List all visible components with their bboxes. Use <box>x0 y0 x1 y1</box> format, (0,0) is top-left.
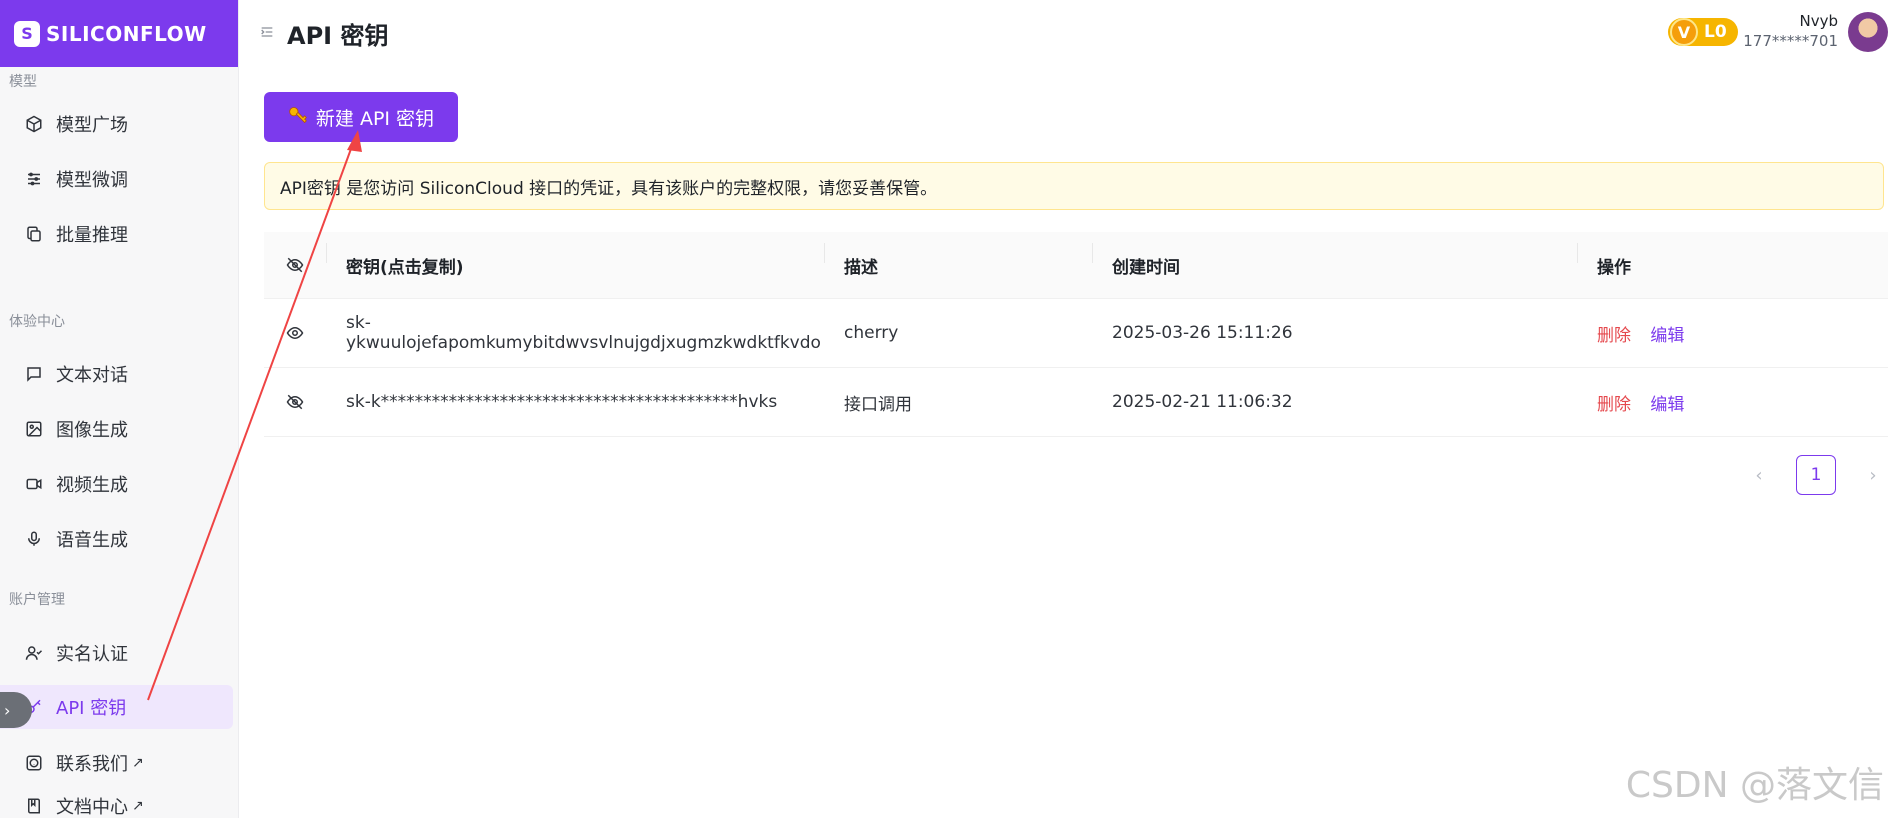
avatar[interactable] <box>1848 12 1888 52</box>
user-phone: 177*****701 <box>1743 32 1838 50</box>
sidebar-item-video-gen[interactable]: 视频生成 <box>0 462 233 506</box>
sidebar-item-model-square[interactable]: 模型广场 <box>0 102 233 146</box>
sidebar-item-label: 语音生成 <box>56 530 128 551</box>
sidebar-link-label: 文档中心 <box>56 797 128 818</box>
table-row: sk-ykwuulojefapomkumybitdwvsvlnujgdjxugm… <box>264 299 1888 368</box>
image-icon <box>24 419 44 439</box>
eye-off-icon[interactable] <box>264 393 326 411</box>
sidebar-link-docs[interactable]: 文档中心 ↗ <box>0 786 233 818</box>
external-link-icon: ↗ <box>132 755 144 771</box>
logo-icon: S <box>14 20 40 47</box>
sidebar-item-label: 视频生成 <box>56 475 128 496</box>
question-icon <box>24 753 44 773</box>
sidebar-link-label: 联系我们 <box>56 754 128 775</box>
pagination: ‹ 1 › <box>1744 455 1888 495</box>
sidebar-item-model-finetune[interactable]: 模型微调 <box>0 157 233 201</box>
eye-icon[interactable] <box>264 324 326 342</box>
page-title: API 密钥 <box>287 22 389 50</box>
header: API 密钥 V L0 Nvyb 177*****701 <box>239 0 1888 67</box>
external-link-icon: ↗ <box>132 798 144 814</box>
api-key-value[interactable]: sk-k************************************… <box>326 392 824 412</box>
cube-icon <box>24 114 44 134</box>
row-actions: 删除 编辑 <box>1577 321 1888 346</box>
create-button-label: 新建 API 密钥 <box>315 107 435 130</box>
sidebar-link-contact[interactable]: 联系我们 ↗ <box>0 743 233 783</box>
info-notice: API密钥 是您访问 SiliconCloud 接口的凭证，具有该账户的完整权限… <box>264 162 1884 210</box>
logo-bar[interactable]: S SILICONFLOW <box>0 0 238 67</box>
main-content: 新建 API 密钥 API密钥 是您访问 SiliconCloud 接口的凭证，… <box>239 67 1888 818</box>
section-title-playground: 体验中心 <box>9 314 65 330</box>
mic-icon <box>24 529 44 549</box>
sidebar-item-label: 模型广场 <box>56 115 128 136</box>
brand-name: SILICONFLOW <box>46 21 207 46</box>
delete-button[interactable]: 删除 <box>1597 395 1631 415</box>
row-actions: 删除 编辑 <box>1577 390 1888 415</box>
table-header: 密钥(点击复制) 描述 创建时间 操作 <box>264 232 1888 299</box>
vip-level: L0 <box>1704 22 1727 42</box>
sliders-icon <box>24 169 44 189</box>
sidebar-item-label: API 密钥 <box>56 698 127 719</box>
api-key-time: 2025-02-21 11:06:32 <box>1112 392 1293 412</box>
menu-fold-icon[interactable] <box>259 24 277 44</box>
sidebar: S SILICONFLOW 模型 模型广场 模型微调 批量推理 体验中心 文本对… <box>0 0 239 818</box>
vip-icon: V <box>1670 18 1698 46</box>
table-row: sk-k************************************… <box>264 368 1888 437</box>
vip-badge[interactable]: V L0 <box>1668 18 1738 46</box>
column-header-key: 密钥(点击复制) <box>326 242 824 278</box>
copy-icon <box>24 224 44 244</box>
create-api-key-button[interactable]: 新建 API 密钥 <box>264 92 458 142</box>
watermark: CSDN @落文信 <box>1625 765 1884 806</box>
sidebar-item-label: 模型微调 <box>56 170 128 191</box>
sidebar-item-audio-gen[interactable]: 语音生成 <box>0 517 233 561</box>
user-info[interactable]: Nvyb 177*****701 <box>1743 11 1838 51</box>
sidebar-item-label: 批量推理 <box>56 225 128 246</box>
next-page-button[interactable]: › <box>1858 465 1888 486</box>
api-key-desc: 接口调用 <box>844 394 912 415</box>
api-key-desc: cherry <box>844 323 899 343</box>
sidebar-item-real-name[interactable]: 实名认证 <box>0 631 233 675</box>
eye-off-icon[interactable] <box>264 256 326 274</box>
book-icon <box>24 796 44 816</box>
user-name: Nvyb <box>1799 12 1839 30</box>
user-check-icon <box>24 643 44 663</box>
api-key-value[interactable]: sk-ykwuulojefapomkumybitdwvsvlnujgdjxugm… <box>326 313 824 353</box>
sidebar-item-text-chat[interactable]: 文本对话 <box>0 352 233 396</box>
column-header-time: 创建时间 <box>1092 242 1577 278</box>
app-root: S SILICONFLOW 模型 模型广场 模型微调 批量推理 体验中心 文本对… <box>0 0 1888 818</box>
sidebar-item-label: 图像生成 <box>56 420 128 441</box>
section-title-account: 账户管理 <box>9 592 65 608</box>
edit-button[interactable]: 编辑 <box>1650 395 1684 415</box>
section-title-models: 模型 <box>9 74 37 90</box>
edit-button[interactable]: 编辑 <box>1650 326 1684 346</box>
column-header-desc: 描述 <box>824 242 1092 278</box>
sidebar-item-batch-inference[interactable]: 批量推理 <box>0 212 233 256</box>
notice-text: API密钥 是您访问 SiliconCloud 接口的凭证，具有该账户的完整权限… <box>280 178 938 199</box>
api-key-time: 2025-03-26 15:11:26 <box>1112 323 1293 343</box>
sidebar-item-image-gen[interactable]: 图像生成 <box>0 407 233 451</box>
prev-page-button[interactable]: ‹ <box>1744 465 1774 486</box>
page-number-current[interactable]: 1 <box>1796 455 1836 495</box>
video-icon <box>24 474 44 494</box>
column-header-ops: 操作 <box>1577 242 1888 278</box>
api-keys-table: 密钥(点击复制) 描述 创建时间 操作 sk-ykwuulojefapomkum… <box>264 232 1888 437</box>
chat-icon <box>24 364 44 384</box>
sidebar-item-label: 文本对话 <box>56 365 128 386</box>
sidebar-item-api-keys[interactable]: API 密钥 <box>0 685 233 729</box>
delete-button[interactable]: 删除 <box>1597 326 1631 346</box>
sidebar-item-label: 实名认证 <box>56 644 128 665</box>
key-icon <box>288 105 308 130</box>
chevron-right-icon: › <box>4 700 11 720</box>
